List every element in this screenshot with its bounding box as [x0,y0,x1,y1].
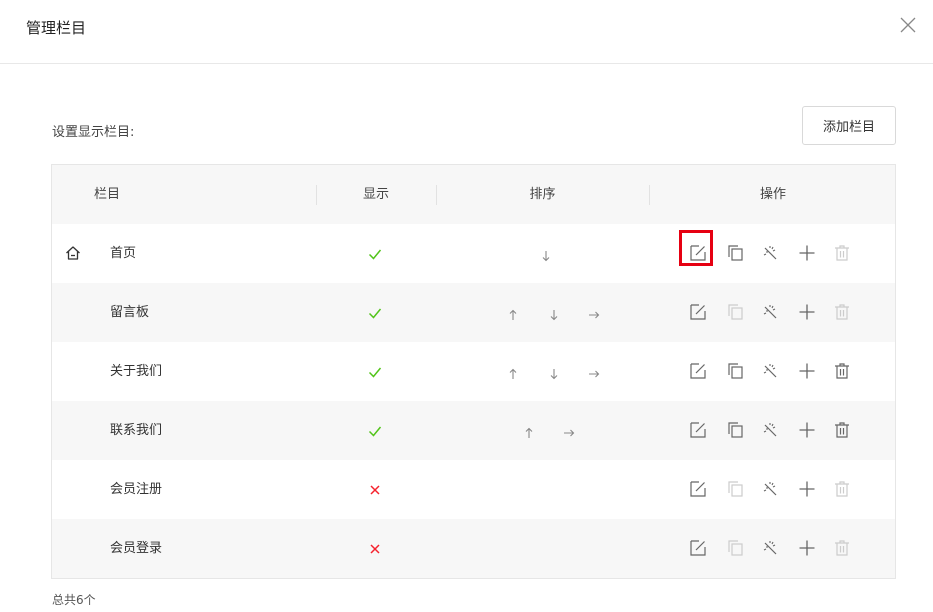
sort-controls [502,401,607,460]
table-row: 关于我们 [52,342,895,401]
check-icon[interactable] [368,364,382,378]
table-row: 首页 [52,224,895,283]
sort-controls [502,283,607,342]
column-name: 会员注册 [110,482,163,497]
magic-link-icon[interactable] [761,420,781,440]
copy-icon[interactable] [725,538,745,558]
column-name: 关于我们 [110,364,163,379]
dialog-header: 管理栏目 [0,0,933,64]
arrow-up-icon[interactable] [507,365,519,379]
home-icon [65,245,81,261]
arrow-up-icon[interactable] [523,424,535,438]
close-icon [900,17,916,33]
column-name: 留言板 [110,305,150,320]
copy-icon[interactable] [725,361,745,381]
trash-icon[interactable] [832,420,852,440]
columns-table: 栏目 显示 排序 操作 首页留言板关于我们联系我们会员注册会员登录 [51,164,896,579]
header-sort: 排序 [529,187,556,202]
header-display: 显示 [362,187,389,202]
arrow-right-icon[interactable] [588,365,600,378]
edit-icon[interactable] [688,243,708,263]
sort-controls [502,460,607,519]
table-body: 首页留言板关于我们联系我们会员注册会员登录 [52,224,895,578]
table-row: 会员注册 [52,460,895,519]
cross-icon[interactable] [368,482,382,496]
copy-icon[interactable] [725,302,745,322]
add-column-button[interactable]: 添加栏目 [802,106,896,145]
header-column: 栏目 [93,187,120,202]
row-actions [684,401,864,460]
column-name: 联系我们 [110,423,163,438]
magic-link-icon[interactable] [761,479,781,499]
edit-icon[interactable] [688,361,708,381]
row-actions [684,283,864,342]
sort-controls [502,342,607,401]
plus-icon[interactable] [797,420,817,440]
header-actions: 操作 [759,187,786,202]
table-row: 留言板 [52,283,895,342]
sort-controls [502,519,607,578]
arrow-down-icon[interactable] [540,247,552,262]
row-actions [684,460,864,519]
arrow-down-icon[interactable] [548,306,560,321]
column-name: 首页 [110,246,137,261]
edit-icon[interactable] [688,302,708,322]
column-name: 会员登录 [110,541,163,556]
magic-link-icon[interactable] [761,538,781,558]
plus-icon[interactable] [797,361,817,381]
arrow-down-icon[interactable] [548,365,560,380]
section-label: 设置显示栏目: [52,125,135,140]
trash-icon[interactable] [832,538,852,558]
dialog-title: 管理栏目 [26,19,87,37]
close-button[interactable] [897,14,919,36]
trash-icon[interactable] [832,361,852,381]
copy-icon[interactable] [725,420,745,440]
trash-icon[interactable] [832,479,852,499]
trash-icon[interactable] [832,302,852,322]
copy-icon[interactable] [725,479,745,499]
arrow-right-icon[interactable] [588,306,600,319]
magic-link-icon[interactable] [761,243,781,263]
plus-icon[interactable] [797,538,817,558]
edit-icon[interactable] [688,538,708,558]
row-actions [684,224,864,283]
sort-controls [502,224,607,283]
table-header: 栏目 显示 排序 操作 [52,165,895,224]
arrow-right-icon[interactable] [563,424,575,437]
plus-icon[interactable] [797,243,817,263]
check-icon[interactable] [368,305,382,319]
plus-icon[interactable] [797,302,817,322]
trash-icon[interactable] [832,243,852,263]
magic-link-icon[interactable] [761,361,781,381]
magic-link-icon[interactable] [761,302,781,322]
table-row: 联系我们 [52,401,895,460]
row-actions [684,342,864,401]
total-count: 总共6个 [52,593,96,607]
edit-icon[interactable] [688,479,708,499]
check-icon[interactable] [368,423,382,437]
cross-icon[interactable] [368,541,382,555]
arrow-up-icon[interactable] [507,306,519,320]
plus-icon[interactable] [797,479,817,499]
edit-icon[interactable] [688,420,708,440]
check-icon[interactable] [368,246,382,260]
row-actions [684,519,864,578]
table-row: 会员登录 [52,519,895,578]
copy-icon[interactable] [725,243,745,263]
